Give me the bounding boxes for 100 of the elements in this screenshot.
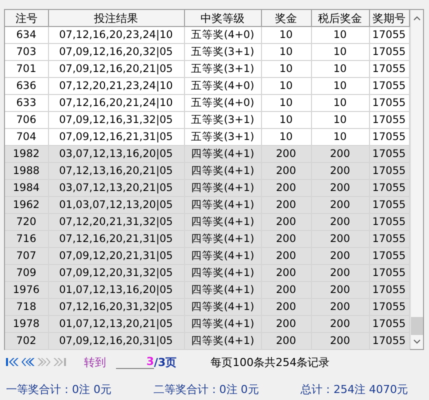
table-cell: 200: [311, 180, 369, 196]
table-cell: 07,09,12,16,31,32|05: [48, 112, 184, 128]
chevrons-right-icon: [37, 356, 51, 368]
chevron-up-icon[interactable]: [412, 15, 421, 21]
table-cell: 1982: [5, 146, 48, 162]
summary-text: 一等奖合计：0注 0元: [5, 382, 112, 397]
table-cell: 704: [5, 128, 48, 146]
table-cell: 四等奖(4+1): [184, 162, 261, 180]
table-cell: 634: [5, 26, 48, 44]
page-total: /3页: [154, 354, 177, 370]
table-cell: 17055: [369, 60, 409, 78]
table-cell: 200: [261, 180, 311, 196]
table-cell: 10: [261, 60, 311, 78]
chevrons-right-icon: [53, 356, 67, 368]
table-cell: 10: [311, 78, 369, 94]
table-cell: 200: [261, 332, 311, 350]
goto-label: 转到: [84, 354, 106, 370]
table-cell: 17055: [369, 298, 409, 316]
table-cell: 五等奖(3+1): [184, 60, 261, 78]
chevron-down-icon[interactable]: [412, 339, 421, 345]
table-cell: 200: [311, 196, 369, 214]
first-page-button[interactable]: [4, 356, 20, 368]
table-cell: 200: [261, 298, 311, 316]
table-cell: 五等奖(3+1): [184, 128, 261, 146]
table-cell: 1984: [5, 180, 48, 196]
table-cell: 716: [5, 230, 48, 248]
table-cell: 17055: [369, 264, 409, 282]
table-cell: 200: [261, 248, 311, 264]
table-cell: 200: [311, 298, 369, 316]
table-cell: 07,12,20,21,23,24|10: [48, 78, 184, 94]
table-cell: 07,12,13,16,20,21|05: [48, 162, 184, 180]
table-cell: 10: [261, 44, 311, 60]
table-cell: 200: [311, 146, 369, 162]
column-header[interactable]: 注号: [5, 10, 48, 26]
table-cell: 四等奖(4+1): [184, 248, 261, 264]
chevrons-left-icon: [5, 356, 19, 368]
table-cell: 200: [261, 282, 311, 298]
column-header[interactable]: 中奖等级: [184, 10, 261, 26]
table-cell: 17055: [369, 128, 409, 146]
table-cell: 200: [261, 214, 311, 230]
prev-page-button[interactable]: [20, 356, 36, 368]
table-cell: 10: [311, 26, 369, 44]
table-cell: 10: [311, 128, 369, 146]
vertical-scrollbar[interactable]: [410, 10, 423, 349]
table-cell: 07,09,12,16,21,31|05: [48, 128, 184, 146]
chevrons-left-icon: [21, 356, 35, 368]
table-cell: 701: [5, 60, 48, 78]
table-cell: 1976: [5, 282, 48, 298]
table-cell: 07,09,12,16,20,32|05: [48, 44, 184, 60]
table-cell: 200: [311, 230, 369, 248]
table-cell: 200: [261, 146, 311, 162]
table-cell: 01,07,12,13,16,20|05: [48, 282, 184, 298]
table-cell: 10: [311, 94, 369, 112]
table-cell: 200: [311, 248, 369, 264]
table-cell: 636: [5, 78, 48, 94]
table-cell: 07,12,16,20,31,32|05: [48, 298, 184, 316]
table-cell: 17055: [369, 146, 409, 162]
table-cell: 200: [261, 196, 311, 214]
table-cell: 200: [311, 162, 369, 180]
table-cell: 10: [261, 128, 311, 146]
table-cell: 03,07,12,13,20,21|05: [48, 180, 184, 196]
table-cell: 707: [5, 248, 48, 264]
table-cell: 四等奖(4+1): [184, 264, 261, 282]
table-cell: 706: [5, 112, 48, 128]
table-cell: 17055: [369, 78, 409, 94]
column-header[interactable]: 税后奖金: [311, 10, 369, 26]
table-cell: 五等奖(4+0): [184, 94, 261, 112]
column-header[interactable]: 投注结果: [48, 10, 184, 26]
table-cell: 07,09,12,16,20,31|05: [48, 332, 184, 350]
table-cell: 07,09,12,20,31,32|05: [48, 264, 184, 282]
table-cell: 17055: [369, 230, 409, 248]
table-cell: 709: [5, 264, 48, 282]
table-cell: 718: [5, 298, 48, 316]
table-cell: 703: [5, 44, 48, 60]
table-cell: 四等奖(4+1): [184, 316, 261, 332]
table-cell: 200: [311, 264, 369, 282]
scrollbar-thumb[interactable]: [410, 317, 423, 335]
table-cell: 10: [261, 26, 311, 44]
table-cell: 07,12,20,21,31,32|05: [48, 214, 184, 230]
table-cell: 07,09,12,16,20,21|05: [48, 60, 184, 78]
table-cell: 10: [261, 78, 311, 94]
column-header[interactable]: 奖金: [261, 10, 311, 26]
table-cell: 17055: [369, 282, 409, 298]
table-cell: 17055: [369, 112, 409, 128]
table-cell: 07,12,16,20,23,24|10: [48, 26, 184, 44]
table-cell: 四等奖(4+1): [184, 332, 261, 350]
table-cell: 10: [311, 112, 369, 128]
table-cell: 200: [261, 162, 311, 180]
summary-text: 总计：254注 4070元: [300, 382, 410, 397]
table-cell: 四等奖(4+1): [184, 146, 261, 162]
table-cell: 200: [261, 264, 311, 282]
table-cell: 17055: [369, 196, 409, 214]
table-cell: 四等奖(4+1): [184, 180, 261, 196]
table-cell: 五等奖(3+1): [184, 44, 261, 60]
table-cell: 07,09,12,20,21,31|05: [48, 248, 184, 264]
column-header[interactable]: 奖期号: [369, 10, 409, 26]
table-cell: 四等奖(4+1): [184, 196, 261, 214]
table-cell: 200: [261, 316, 311, 332]
table-cell: 07,12,16,20,21,24|10: [48, 94, 184, 112]
table-cell: 四等奖(4+1): [184, 214, 261, 230]
